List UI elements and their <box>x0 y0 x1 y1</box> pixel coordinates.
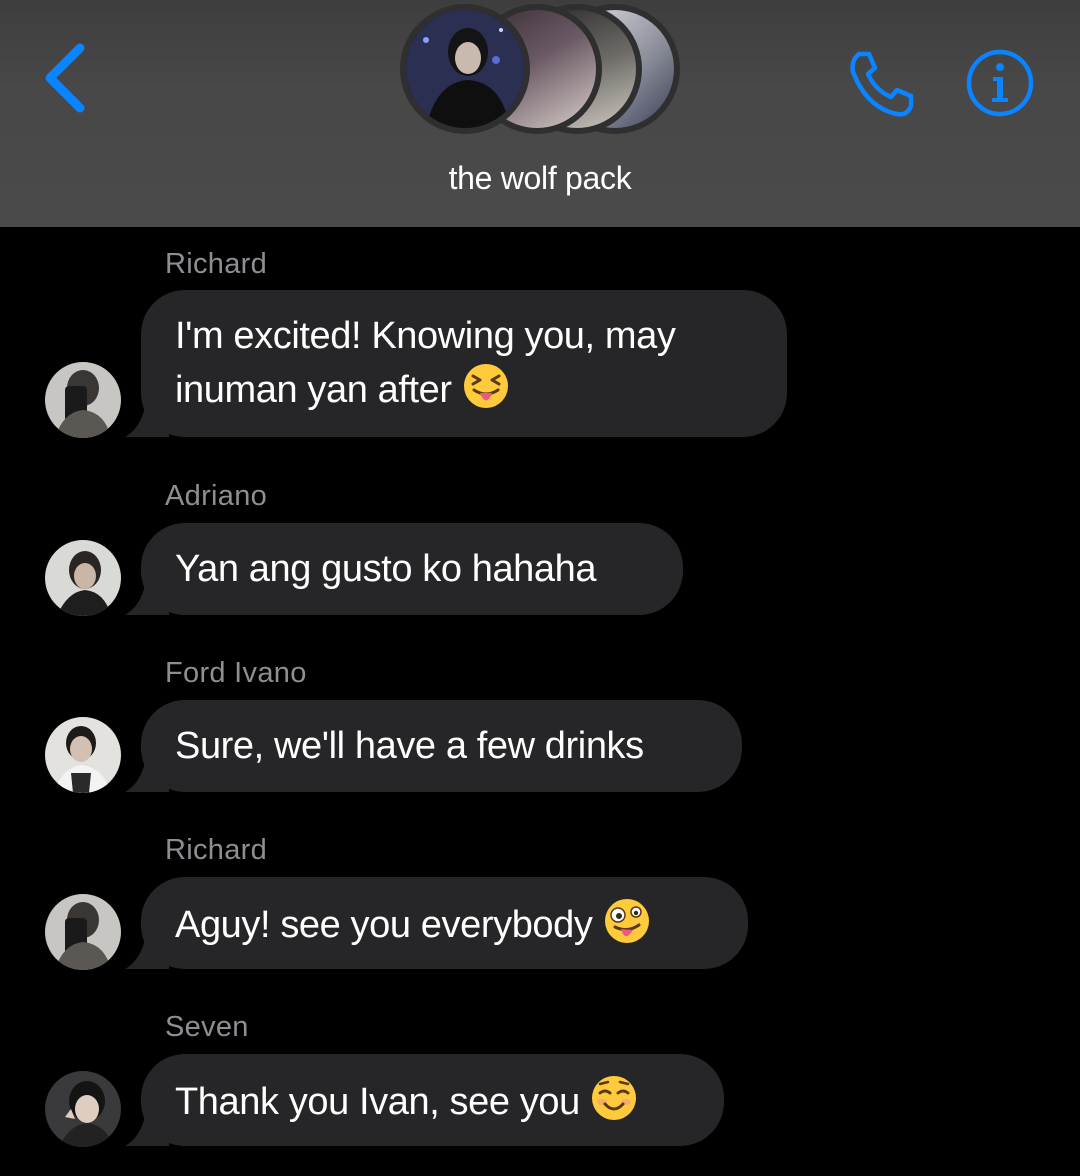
sender-avatar[interactable] <box>45 362 121 438</box>
message-bubble[interactable]: I'm excited! Knowing you, may inuman yan… <box>125 290 787 437</box>
avatar-image <box>45 540 121 616</box>
avatar-image <box>45 362 121 438</box>
message-text: Yan ang gusto ko hahaha <box>175 548 597 590</box>
bubble-tail <box>125 575 169 615</box>
smiling-face-icon <box>591 1076 636 1120</box>
message-text-line-2-text: inuman yan after <box>175 369 452 411</box>
message-text: Sure, we'll have a few drinks <box>175 725 644 767</box>
message-bubble[interactable]: Thank you Ivan, see you <box>125 1054 724 1146</box>
sender-avatar[interactable] <box>45 717 121 793</box>
group-member-avatar-1 <box>400 4 530 134</box>
sender-avatar[interactable] <box>45 540 121 616</box>
sender-name: Adriano <box>165 480 268 512</box>
squinting-face-with-tongue-icon <box>463 364 508 408</box>
phone-icon <box>850 51 914 117</box>
message-text: Aguy! see you everybody <box>175 904 593 946</box>
zany-face-icon <box>604 899 649 943</box>
bubble-tail <box>125 1106 169 1146</box>
message-bubble[interactable]: Yan ang gusto ko hahaha <box>125 523 683 615</box>
sender-avatar[interactable] <box>45 894 121 970</box>
bubble-tail <box>125 929 169 969</box>
conversation-header: the wolf pack <box>0 0 1080 227</box>
bubble-tail <box>125 397 169 437</box>
message-text: Thank you Ivan, see you <box>175 1081 580 1123</box>
message-bubble[interactable]: Aguy! see you everybody <box>125 877 748 969</box>
back-button[interactable] <box>38 40 98 116</box>
sender-avatar[interactable] <box>45 1071 121 1147</box>
message-text-line-1: I'm excited! Knowing you, may <box>175 315 676 357</box>
sender-name: Richard <box>165 248 268 280</box>
group-avatar-figure <box>406 10 524 128</box>
sender-name: Seven <box>165 1011 249 1043</box>
message-text-line-2: inuman yan after <box>175 362 753 416</box>
bubble-tail <box>125 752 169 792</box>
call-button[interactable] <box>845 48 917 120</box>
chevron-left-icon <box>45 43 85 113</box>
avatar-image <box>45 717 121 793</box>
sender-name: Ford Ivano <box>165 657 307 689</box>
avatar-image <box>45 1071 121 1147</box>
conversation-title[interactable]: the wolf pack <box>0 160 1080 197</box>
info-button[interactable] <box>964 47 1036 119</box>
group-avatars[interactable] <box>400 4 690 134</box>
info-icon <box>966 49 1034 117</box>
message-bubble[interactable]: Sure, we'll have a few drinks <box>125 700 742 792</box>
sender-name: Richard <box>165 834 268 866</box>
avatar-image <box>45 894 121 970</box>
